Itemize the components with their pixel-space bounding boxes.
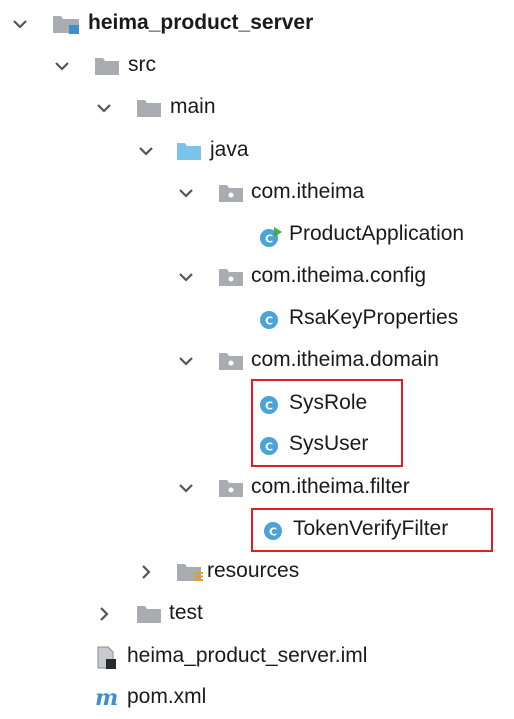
tree-node-resources[interactable]: resources: [0, 551, 514, 593]
tree-node-main[interactable]: main: [0, 87, 514, 129]
tree-node-label: com.itheima.filter: [251, 475, 410, 498]
module-folder-icon: [52, 13, 79, 35]
tree-node-pkg-config[interactable]: com.itheima.config: [0, 256, 514, 298]
tree-node-root[interactable]: heima_product_server: [0, 3, 514, 45]
package-icon: [218, 182, 243, 204]
chevron-down-icon[interactable]: [176, 183, 196, 203]
tree-node-label: resources: [207, 559, 300, 582]
tree-node-label: main: [170, 95, 216, 118]
svg-text:C: C: [269, 526, 277, 539]
tree-node-label: RsaKeyProperties: [289, 306, 459, 329]
chevron-down-icon[interactable]: [10, 14, 30, 34]
tree-node-src[interactable]: src: [0, 45, 514, 87]
chevron-right-icon[interactable]: [94, 604, 114, 624]
svg-text:C: C: [265, 441, 273, 454]
tree-node-product-application[interactable]: C ProductApplication: [0, 214, 514, 256]
tree-node-label: com.itheima: [251, 180, 365, 203]
tree-node-pkg-domain[interactable]: com.itheima.domain: [0, 340, 514, 382]
tree-node-label: test: [169, 601, 203, 624]
svg-text:m: m: [95, 686, 118, 708]
tree-node-java[interactable]: java: [0, 130, 514, 172]
package-icon: [218, 266, 243, 288]
maven-icon: m: [94, 686, 118, 708]
tree-node-label: pom.xml: [127, 685, 207, 708]
chevron-down-icon[interactable]: [52, 56, 72, 76]
class-icon: C: [258, 309, 282, 331]
tree-node-label: com.itheima.config: [251, 264, 427, 287]
tree-node-label: java: [210, 138, 249, 161]
tree-node-sys-user[interactable]: C SysUser: [0, 424, 514, 466]
tree-node-label: heima_product_server.iml: [127, 644, 368, 667]
svg-text:C: C: [265, 233, 273, 246]
tree-node-pkg-filter[interactable]: com.itheima.filter: [0, 467, 514, 509]
tree-node-label: ProductApplication: [289, 222, 465, 245]
source-folder-icon: [176, 140, 201, 162]
folder-icon: [94, 55, 119, 77]
chevron-right-icon[interactable]: [136, 562, 156, 582]
chevron-down-icon[interactable]: [176, 478, 196, 498]
tree-node-test[interactable]: test: [0, 593, 514, 635]
tree-node-label: SysUser: [289, 432, 369, 455]
svg-text:C: C: [265, 400, 273, 413]
chevron-down-icon[interactable]: [176, 267, 196, 287]
class-icon: C: [258, 435, 282, 457]
class-icon: C: [258, 394, 282, 416]
resources-folder-icon: [176, 561, 203, 583]
chevron-down-icon[interactable]: [176, 351, 196, 371]
tree-node-iml-file[interactable]: heima_product_server.iml: [0, 636, 514, 678]
tree-node-label: TokenVerifyFilter: [293, 517, 449, 540]
spring-boot-class-icon: C: [258, 225, 282, 247]
tree-node-rsa-key-properties[interactable]: C RsaKeyProperties: [0, 298, 514, 340]
module-file-icon: [94, 646, 118, 669]
tree-node-label: com.itheima.domain: [251, 348, 439, 371]
tree-node-pom-file[interactable]: m pom.xml: [0, 677, 514, 719]
chevron-down-icon[interactable]: [136, 141, 156, 161]
tree-node-pkg-itheima[interactable]: com.itheima: [0, 172, 514, 214]
chevron-down-icon[interactable]: [94, 98, 114, 118]
class-icon: C: [262, 520, 286, 542]
tree-node-label: heima_product_server: [88, 11, 314, 34]
package-icon: [218, 350, 243, 372]
tree-node-sys-role[interactable]: C SysRole: [0, 383, 514, 425]
folder-icon: [136, 97, 161, 119]
svg-text:C: C: [265, 315, 273, 328]
tree-node-label: src: [128, 53, 156, 76]
tree-node-token-verify-filter[interactable]: C TokenVerifyFilter: [0, 509, 514, 551]
package-icon: [218, 477, 243, 499]
project-tree: heima_product_server src main java com.i…: [0, 0, 514, 710]
folder-icon: [136, 603, 161, 625]
tree-node-label: SysRole: [289, 391, 368, 414]
